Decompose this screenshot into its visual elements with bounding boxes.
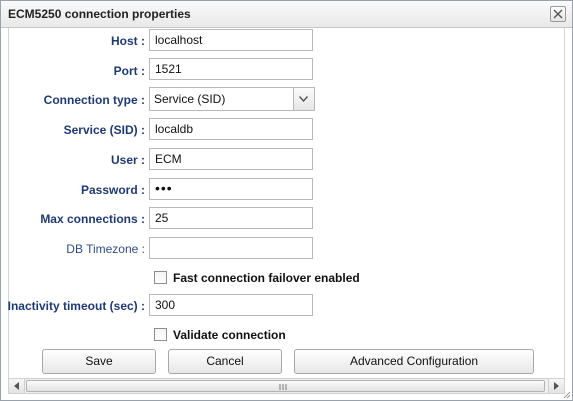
close-button[interactable]: [550, 6, 566, 22]
arrow-right-icon: [554, 382, 559, 390]
cancel-button[interactable]: Cancel: [168, 349, 282, 374]
scrollbar-thumb[interactable]: [26, 380, 545, 392]
close-icon: [553, 9, 563, 19]
resize-grip-icon[interactable]: [563, 391, 571, 399]
port-label: Port :: [113, 64, 145, 78]
form-content: Host : localhost Port : 1521 Connection …: [8, 28, 565, 378]
user-input[interactable]: ECM: [149, 148, 313, 170]
connection-properties-dialog: ECM5250 connection properties Host : loc…: [0, 0, 573, 401]
service-sid-input[interactable]: localdb: [149, 118, 313, 140]
connection-type-value: Service (SID): [154, 92, 226, 106]
user-label: User :: [110, 153, 145, 167]
inactivity-timeout-label: Inactivity timeout (sec) :: [7, 299, 145, 313]
validate-connection-label[interactable]: Validate connection: [173, 328, 286, 342]
advanced-configuration-button[interactable]: Advanced Configuration: [294, 349, 534, 374]
connection-type-select[interactable]: Service (SID): [149, 87, 315, 111]
scroll-right-button[interactable]: [548, 379, 564, 393]
grip-icon: [279, 384, 287, 390]
db-timezone-label: DB Timezone :: [66, 242, 145, 256]
fast-failover-label[interactable]: Fast connection failover enabled: [173, 271, 360, 285]
scroll-left-button[interactable]: [9, 379, 25, 393]
fast-failover-checkbox[interactable]: [154, 271, 167, 284]
password-input[interactable]: •••: [149, 178, 313, 200]
max-connections-input[interactable]: 25: [149, 207, 313, 229]
host-input[interactable]: localhost: [149, 29, 313, 51]
db-timezone-input[interactable]: [149, 237, 313, 259]
host-label: Host :: [111, 34, 145, 48]
connection-type-label: Connection type :: [43, 93, 145, 107]
max-connections-label: Max connections :: [40, 212, 145, 226]
password-label: Password :: [80, 183, 145, 197]
chevron-down-icon: [299, 96, 308, 102]
arrow-left-icon: [14, 382, 19, 390]
title-bar[interactable]: ECM5250 connection properties: [1, 1, 572, 28]
dialog-title: ECM5250 connection properties: [8, 7, 191, 21]
inactivity-timeout-input[interactable]: 300: [149, 294, 313, 316]
port-input[interactable]: 1521: [149, 58, 313, 80]
service-sid-label: Service (SID) :: [63, 123, 145, 137]
validate-connection-checkbox[interactable]: [154, 328, 167, 341]
dropdown-button[interactable]: [293, 88, 314, 110]
horizontal-scrollbar[interactable]: [8, 378, 565, 394]
save-button[interactable]: Save: [42, 349, 156, 374]
